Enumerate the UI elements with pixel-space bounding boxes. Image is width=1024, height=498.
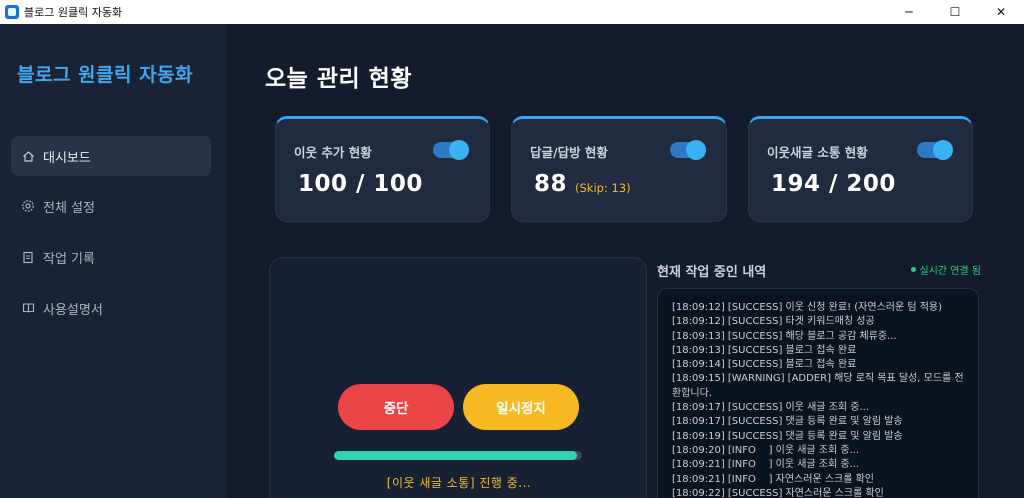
pause-button[interactable]: 일시정지 — [463, 384, 579, 430]
window-title: 블로그 원클릭 자동화 — [24, 6, 123, 19]
card-value: 100 / 100 — [298, 171, 423, 197]
live-dot-icon — [911, 267, 917, 272]
log-line: [18:09:15] [WARNING] [ADDER] 해당 로직 목표 달성… — [672, 373, 964, 399]
log-line: [18:09:17] [SUCCESS] 댓글 등록 완료 및 알림 발송 — [672, 416, 903, 428]
reply-visit-card: 답글/답방 현황 88 (Skip: 13) — [511, 116, 727, 222]
maximize-button[interactable]: ☐ — [932, 0, 978, 24]
log-title: 현재 작업 중인 내역 — [657, 265, 767, 280]
progress-fill — [334, 451, 578, 460]
log-line: [18:09:12] [SUCCESS] 타겟 키워드매칭 성공 — [672, 316, 875, 328]
card-label: 이웃 추가 현황 — [294, 145, 372, 160]
progress-bar — [334, 451, 582, 460]
sidebar-item-label: 작업 기록 — [43, 251, 95, 267]
gear-icon — [21, 199, 35, 213]
card-label: 이웃새글 소통 현황 — [767, 145, 868, 160]
log-line: [18:09:21] [INFO ] 이웃 새글 조회 중... — [672, 459, 860, 471]
toggle-knob — [686, 140, 706, 160]
live-status-text: 실시간 연결 됨 — [919, 266, 981, 277]
stop-button[interactable]: 중단 — [338, 384, 454, 430]
log-line: [18:09:12] [SUCCESS] 이웃 신청 완료! (자연스러운 텀 … — [672, 302, 943, 313]
log-line: [18:09:13] [SUCCESS] 블로그 접속 완료 — [672, 344, 857, 356]
card-value: 88 — [534, 171, 568, 197]
app-icon — [5, 5, 19, 19]
neighbor-add-card: 이웃 추가 현황 100 / 100 — [275, 116, 490, 222]
progress-status-text: [이웃 새글 소통] 진행 중... — [386, 476, 532, 490]
window-titlebar: 블로그 원클릭 자동화 ─ ☐ ✕ — [0, 0, 1024, 24]
card-label: 답글/답방 현황 — [530, 145, 608, 160]
log-line: [18:09:21] [INFO ] 자연스러운 스크롤 확인 — [672, 473, 874, 485]
sidebar-item-manual[interactable]: 사용설명서 — [11, 288, 211, 328]
sidebar-item-label: 전체 설정 — [43, 200, 95, 216]
log-line: [18:09:19] [SUCCESS] 댓글 등록 완료 및 알림 발송 — [672, 430, 903, 442]
toggle-knob — [933, 140, 953, 160]
sidebar-item-settings[interactable]: 전체 설정 — [11, 186, 211, 226]
card-value: 194 / 200 — [771, 171, 896, 197]
reply-visit-toggle[interactable] — [670, 140, 706, 160]
neighbor-post-card: 이웃새글 소통 현황 194 / 200 — [748, 116, 973, 222]
control-panel: 중단 일시정지 [이웃 새글 소통] 진행 중... — [269, 257, 647, 498]
log-panel[interactable]: [18:09:12] [SUCCESS] 이웃 신청 완료! (자연스러운 텀 … — [657, 288, 979, 498]
toggle-knob — [449, 140, 469, 160]
close-button[interactable]: ✕ — [978, 0, 1024, 24]
log-line: [18:09:22] [SUCCESS] 자연스러운 스크롤 확인 — [672, 487, 884, 498]
neighbor-post-toggle[interactable] — [917, 140, 953, 160]
minimize-button[interactable]: ─ — [886, 0, 932, 24]
document-icon — [21, 250, 35, 264]
page-title: 오늘 관리 현황 — [265, 66, 412, 92]
brand-title: 블로그 원클릭 자동화 — [17, 64, 194, 86]
log-line: [18:09:20] [INFO ] 이웃 새글 조회 중... — [672, 444, 860, 456]
log-line: [18:09:14] [SUCCESS] 블로그 접속 완료 — [672, 359, 857, 371]
sidebar-item-label: 대시보드 — [43, 150, 91, 166]
skip-count: (Skip: 13) — [575, 181, 631, 195]
book-icon — [21, 301, 35, 315]
home-icon — [21, 149, 35, 163]
sidebar-item-history[interactable]: 작업 기록 — [11, 237, 211, 277]
window-controls: ─ ☐ ✕ — [886, 0, 1024, 24]
log-line: [18:09:17] [SUCCESS] 이웃 새글 조회 중... — [672, 402, 869, 414]
sidebar-item-dashboard[interactable]: 대시보드 — [11, 136, 211, 176]
sidebar: 블로그 원클릭 자동화 대시보드 전체 설정 작업 기록 사용설명서 — [0, 24, 226, 498]
log-line: [18:09:13] [SUCCESS] 해당 블로그 공감 체류중... — [672, 330, 897, 342]
sidebar-item-label: 사용설명서 — [43, 302, 103, 318]
live-status: 실시간 연결 됨 — [911, 262, 981, 277]
neighbor-add-toggle[interactable] — [433, 140, 469, 160]
